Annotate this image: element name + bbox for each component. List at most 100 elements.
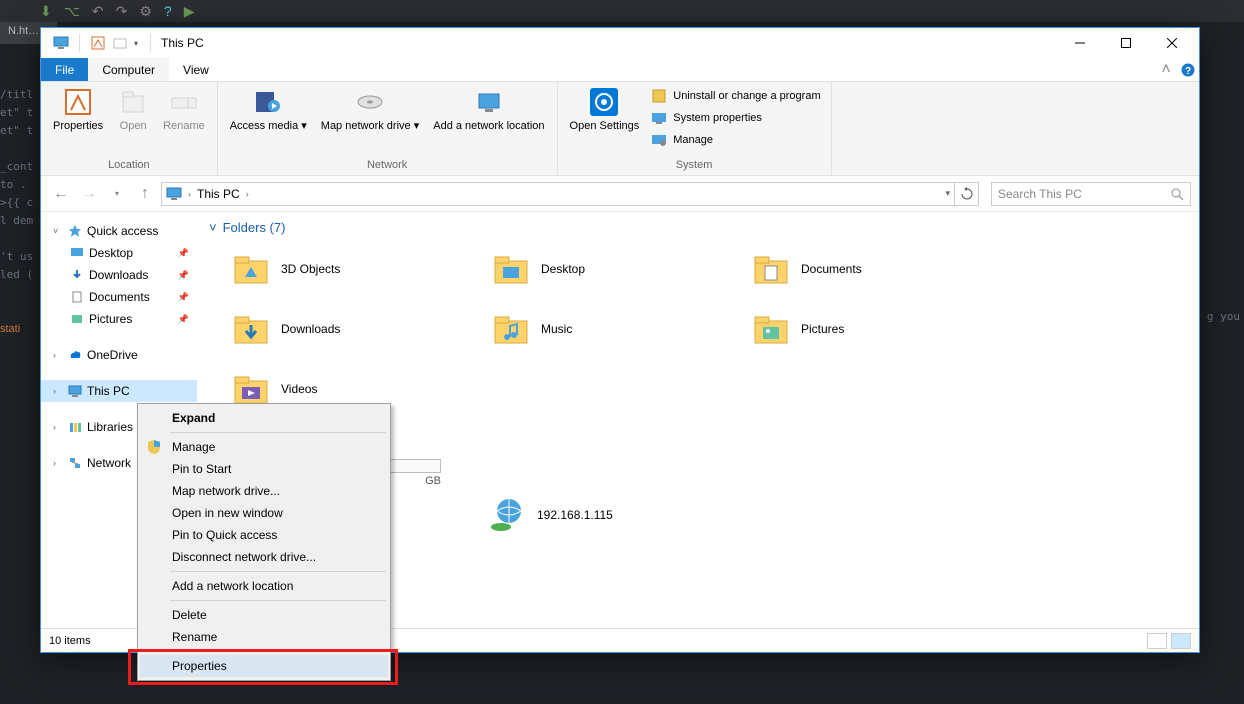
open-icon	[117, 86, 149, 118]
nav-pictures[interactable]: Pictures 📌	[41, 308, 197, 330]
address-row: ← → ▾ ↑ › This PC › ▾ Search This PC	[41, 176, 1199, 212]
folder-icon	[491, 249, 531, 289]
maximize-button[interactable]	[1103, 28, 1149, 58]
chevron-right-icon[interactable]: ›	[53, 350, 63, 360]
folder-icon	[491, 309, 531, 349]
nav-onedrive[interactable]: › OneDrive	[41, 344, 197, 366]
context-menu: Expand Manage Pin to Start Map network d…	[137, 403, 391, 681]
folder-icon	[751, 309, 791, 349]
refresh-button[interactable]	[955, 182, 979, 206]
up-button[interactable]: ↑	[133, 182, 157, 206]
chevron-right-icon[interactable]: ›	[188, 189, 191, 199]
minimize-button[interactable]	[1057, 28, 1103, 58]
forward-button: →	[77, 182, 101, 206]
ribbon: Properties Open Rename Location Access m…	[41, 82, 1199, 176]
folder-icon	[751, 249, 791, 289]
uninstall-icon	[651, 88, 667, 104]
ctx-rename[interactable]: Rename	[140, 626, 388, 648]
nav-downloads[interactable]: Downloads 📌	[41, 264, 197, 286]
folder-desktop[interactable]: Desktop	[491, 245, 741, 293]
ctx-add-network-location[interactable]: Add a network location	[140, 575, 388, 597]
open-button: Open	[111, 84, 155, 135]
drive-icon	[354, 86, 386, 118]
ide-code-gutter: /titl et" t et" t _cont to . >{{ c l dem…	[0, 86, 33, 338]
nav-quick-access[interactable]: ˅ Quick access	[41, 220, 197, 242]
ctx-open-new-window[interactable]: Open in new window	[140, 502, 388, 524]
chevron-right-icon[interactable]: ›	[53, 458, 63, 468]
downloads-icon	[69, 267, 85, 283]
svg-text:?: ?	[1185, 66, 1191, 77]
libraries-icon	[67, 419, 83, 435]
media-icon	[252, 86, 284, 118]
access-media-button[interactable]: Access media ▾	[224, 84, 313, 135]
help-icon[interactable]: ?	[1177, 58, 1199, 81]
chevron-right-icon[interactable]: ›	[53, 422, 63, 432]
titlebar: ▾ This PC	[41, 28, 1199, 58]
back-button[interactable]: ←	[49, 182, 73, 206]
shield-icon	[146, 439, 162, 455]
chevron-right-icon[interactable]: ›	[53, 386, 63, 396]
star-icon	[67, 223, 83, 239]
recent-dropdown[interactable]: ▾	[105, 182, 129, 206]
properties-icon	[62, 86, 94, 118]
tab-file[interactable]: File	[41, 58, 88, 81]
qat-dropdown-icon[interactable]: ▾	[134, 39, 138, 48]
ctx-expand[interactable]: Expand	[140, 407, 388, 429]
tiles-view-button[interactable]	[1171, 633, 1191, 649]
folder-documents[interactable]: Documents	[751, 245, 1001, 293]
ctx-disconnect-drive[interactable]: Disconnect network drive...	[140, 546, 388, 568]
new-folder-qat-icon[interactable]	[112, 35, 128, 51]
ribbon-group-location: Properties Open Rename Location	[41, 82, 218, 175]
window-controls	[1057, 28, 1195, 58]
pin-icon: 📌	[178, 270, 189, 281]
computer-icon	[67, 383, 83, 399]
folders-section-header[interactable]: ˅ Folders (7)	[197, 212, 1199, 241]
pin-icon: 📌	[178, 314, 189, 325]
chevron-right-icon[interactable]: ›	[246, 189, 249, 199]
sysprops-icon	[651, 110, 667, 126]
folder-pictures[interactable]: Pictures	[751, 305, 1001, 353]
close-button[interactable]	[1149, 28, 1195, 58]
nav-this-pc[interactable]: › This PC	[41, 380, 197, 402]
computer-icon	[166, 186, 182, 202]
pictures-icon	[69, 311, 85, 327]
computer-icon	[53, 35, 69, 51]
ide-toolbar: ⬇ ⌥ ↶ ↷ ⚙ ? ▶	[0, 0, 1244, 22]
folder-icon	[231, 249, 271, 289]
details-view-button[interactable]	[1147, 633, 1167, 649]
window-title: This PC	[161, 36, 204, 50]
manage-button[interactable]: Manage	[647, 130, 824, 150]
ctx-pin-start[interactable]: Pin to Start	[140, 458, 388, 480]
uninstall-button[interactable]: Uninstall or change a program	[647, 86, 824, 106]
system-properties-button[interactable]: System properties	[647, 108, 824, 128]
ctx-properties[interactable]: Properties	[140, 655, 388, 677]
folder-music[interactable]: Music	[491, 305, 741, 353]
map-drive-button[interactable]: Map network drive ▾	[315, 84, 425, 135]
ide-code-right: g you	[1207, 310, 1240, 323]
ctx-map-drive[interactable]: Map network drive...	[140, 480, 388, 502]
properties-button[interactable]: Properties	[47, 84, 109, 135]
search-input[interactable]: Search This PC	[991, 182, 1191, 206]
rename-icon	[168, 86, 200, 118]
folder-3d-objects[interactable]: 3D Objects	[231, 245, 481, 293]
ctx-delete[interactable]: Delete	[140, 604, 388, 626]
address-bar[interactable]: › This PC › ▾	[161, 182, 955, 206]
settings-icon	[588, 86, 620, 118]
add-network-location-button[interactable]: Add a network location	[427, 84, 550, 135]
ctx-manage[interactable]: Manage	[140, 436, 388, 458]
tab-view[interactable]: View	[169, 58, 223, 81]
tab-computer[interactable]: Computer	[88, 58, 169, 81]
address-dropdown-icon[interactable]: ▾	[945, 188, 950, 199]
nav-documents[interactable]: Documents 📌	[41, 286, 197, 308]
ctx-pin-quick-access[interactable]: Pin to Quick access	[140, 524, 388, 546]
folders-grid: 3D Objects Desktop Documents Downloads M…	[197, 241, 1199, 423]
onedrive-icon	[67, 347, 83, 363]
ribbon-group-network: Access media ▾ Map network drive ▾ Add a…	[218, 82, 558, 175]
ribbon-collapse-icon[interactable]: ˄	[1155, 58, 1177, 81]
nav-desktop[interactable]: Desktop 📌	[41, 242, 197, 264]
breadcrumb-this-pc[interactable]: This PC	[197, 187, 240, 201]
chevron-down-icon[interactable]: ˅	[53, 226, 63, 236]
properties-qat-icon[interactable]	[90, 35, 106, 51]
open-settings-button[interactable]: Open Settings	[564, 84, 646, 135]
folder-downloads[interactable]: Downloads	[231, 305, 481, 353]
